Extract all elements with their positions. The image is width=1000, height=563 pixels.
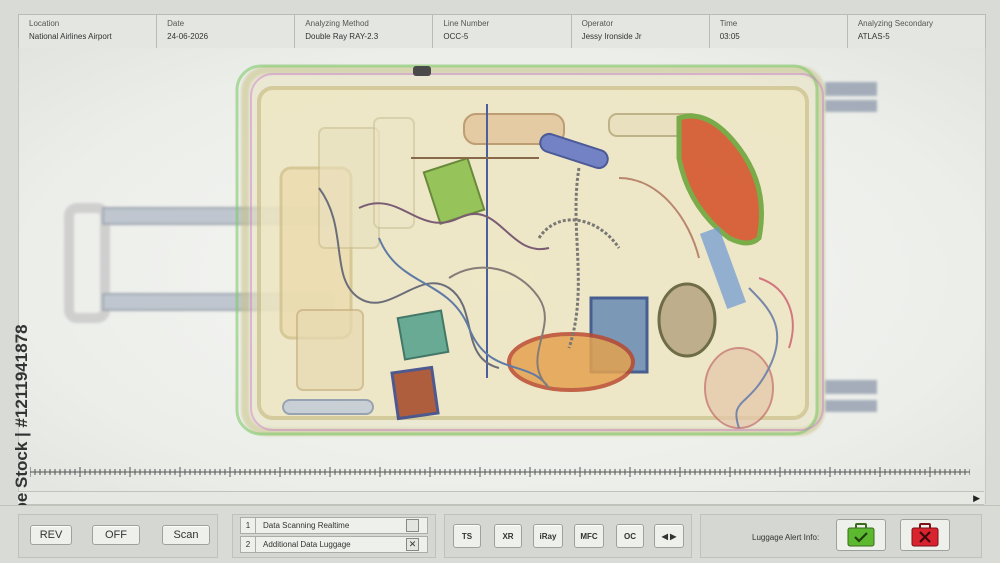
accept-luggage-button[interactable] bbox=[836, 519, 886, 551]
scan-button[interactable]: Scan bbox=[162, 525, 210, 545]
option-row-realtime[interactable]: 1 Data Scanning Realtime bbox=[240, 517, 428, 534]
header-secondary-label: Analyzing Secondary bbox=[857, 19, 933, 28]
mode-button-oc[interactable]: OC bbox=[616, 524, 644, 548]
header-line: Line Number OCC-5 bbox=[433, 15, 572, 48]
nav-arrows-button[interactable]: ◀ ▶ bbox=[654, 524, 684, 548]
option-checkbox-checked[interactable]: ✕ bbox=[406, 538, 419, 551]
header-time-value: 03:05 bbox=[719, 32, 740, 41]
scan-info-header: Location National Airlines Airport Date 24… bbox=[18, 14, 986, 49]
xray-suitcase-image bbox=[64, 64, 877, 436]
mode-button-iray[interactable]: iRay bbox=[533, 524, 563, 548]
mode-button-mfc[interactable]: MFC bbox=[574, 524, 604, 548]
header-operator-value: Jessy Ironside Jr bbox=[581, 32, 642, 41]
scroll-right-arrow-icon[interactable]: ▶ bbox=[973, 493, 980, 504]
reject-luggage-button[interactable] bbox=[900, 519, 950, 551]
rev-button[interactable]: REV bbox=[30, 525, 72, 545]
header-method: Analyzing Method Double Ray RAY-2.3 bbox=[295, 15, 434, 48]
control-bar: REV OFF Scan 1 Data Scanning Realtime 2 … bbox=[0, 505, 1000, 563]
off-button[interactable]: OFF bbox=[92, 525, 140, 545]
header-line-value: OCC-5 bbox=[443, 32, 469, 41]
header-date: Date 24-06-2026 bbox=[157, 15, 296, 48]
xray-scan-viewer[interactable] bbox=[18, 48, 986, 504]
header-location-value: National Airlines Airport bbox=[29, 32, 112, 41]
option-row-additional[interactable]: 2 Additional Data Luggage ✕ bbox=[240, 536, 428, 553]
header-time: Time 03:05 bbox=[710, 15, 848, 48]
header-secondary-value: ATLAS-5 bbox=[857, 32, 890, 41]
mode-button-xr[interactable]: XR bbox=[494, 524, 522, 548]
option-label: Additional Data Luggage bbox=[263, 540, 351, 549]
measurement-ruler bbox=[30, 467, 970, 477]
header-method-label: Analyzing Method bbox=[305, 19, 369, 28]
option-number: 2 bbox=[241, 537, 256, 552]
header-time-label: Time bbox=[719, 19, 738, 28]
header-method-value: Double Ray RAY-2.3 bbox=[305, 32, 379, 41]
option-checkbox[interactable] bbox=[406, 519, 419, 532]
horizontal-scrollbar[interactable]: ▶ bbox=[18, 491, 984, 505]
header-secondary: Analyzing Secondary ATLAS-5 bbox=[848, 15, 985, 48]
header-operator: Operator Jessy Ironside Jr bbox=[572, 15, 710, 48]
option-label: Data Scanning Realtime bbox=[263, 521, 350, 530]
luggage-alert-label: Luggage Alert Info: bbox=[752, 533, 820, 542]
green-briefcase-check-icon bbox=[847, 523, 875, 547]
mode-button-ts[interactable]: TS bbox=[453, 524, 481, 548]
option-number: 1 bbox=[241, 518, 256, 533]
header-location: Location National Airlines Airport bbox=[19, 15, 158, 48]
header-operator-label: Operator bbox=[581, 19, 614, 28]
header-line-label: Line Number bbox=[443, 19, 490, 28]
header-location-label: Location bbox=[29, 19, 60, 28]
red-briefcase-cross-icon bbox=[911, 523, 939, 547]
header-date-label: Date bbox=[167, 19, 185, 28]
header-date-value: 24-06-2026 bbox=[167, 32, 209, 41]
